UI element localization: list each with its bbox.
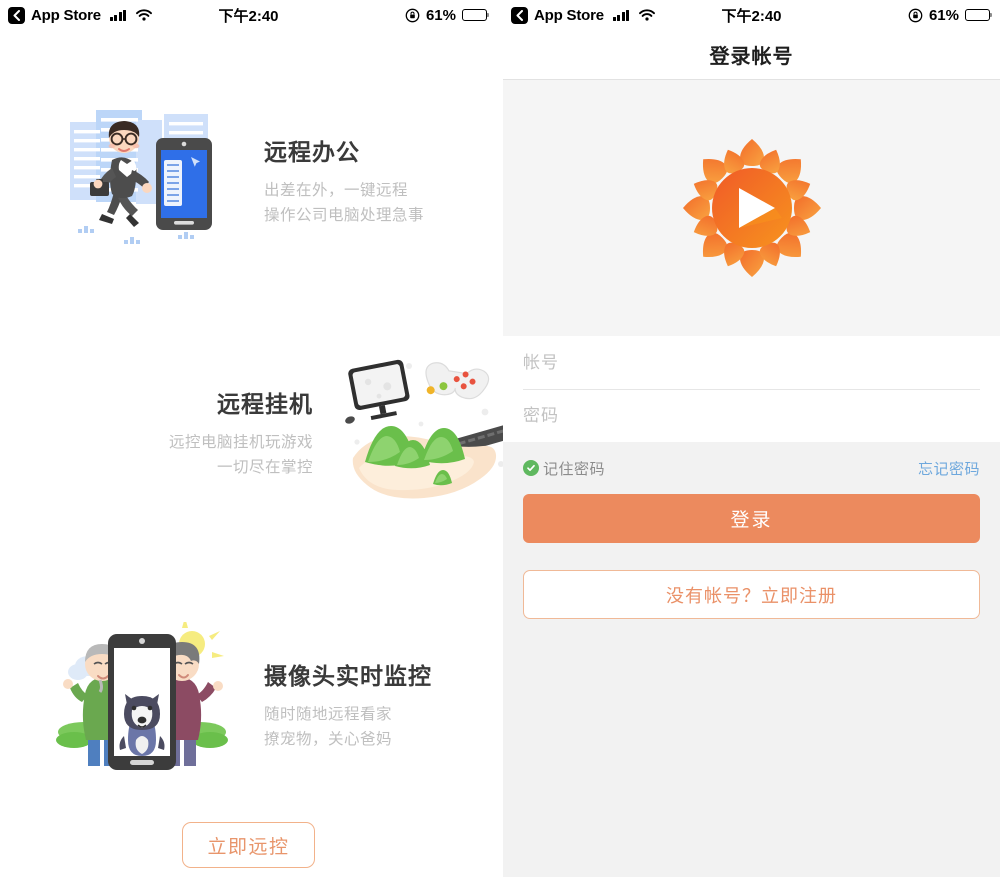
remember-password-label[interactable]: 记住密码 [543, 458, 605, 479]
battery-icon-left [462, 9, 490, 21]
status-bar-left: App Store 下午2:40 61% [0, 0, 497, 30]
start-remote-control-button[interactable]: 立即远控 [182, 822, 315, 868]
wifi-icon [639, 9, 656, 21]
back-to-app-store-icon[interactable] [511, 6, 528, 24]
feature-subtitle: 远控电脑挂机玩游戏 一切尽在掌控 [18, 430, 313, 480]
login-screen: App Store 下午2:40 61% 登录帐号 帐号 记住密码 忘记密码 登… [503, 0, 1000, 885]
signal-bars-icon [612, 9, 630, 21]
password-input[interactable] [523, 406, 980, 426]
feature-text-remote-idle: 远程挂机 远控电脑挂机玩游戏 一切尽在掌控 [18, 385, 313, 480]
password-field-row[interactable] [523, 389, 980, 442]
status-bar-left-group: App Store [8, 6, 153, 24]
account-field-row[interactable] [523, 336, 980, 389]
status-bar-right-group: 61% [405, 6, 490, 24]
feature-intro-screen: App Store 下午2:40 61% 远程办公 出差在外，一键远程 操作公司… [0, 0, 511, 885]
register-button[interactable]: 没有帐号？立即注册 [523, 570, 980, 619]
rotation-lock-icon [405, 8, 420, 23]
cta-container: 立即远控 [0, 822, 497, 868]
hand-holding-mountains-with-devices-illustration [335, 350, 515, 515]
back-to-app-store-icon[interactable] [8, 6, 25, 24]
bottom-edge-strip [503, 877, 1000, 885]
elderly-couple-with-dog-on-phone-illustration [52, 617, 232, 787]
feature-title: 远程挂机 [217, 391, 313, 417]
feature-item-remote-idle: 远程挂机 远控电脑挂机玩游戏 一切尽在掌控 [18, 350, 515, 515]
login-button[interactable]: 登录 [523, 494, 980, 543]
dual-screenshot-container: App Store 下午2:40 61% 远程办公 出差在外，一键远程 操作公司… [0, 0, 1000, 885]
battery-icon-right [965, 9, 993, 21]
check-circle-icon[interactable] [523, 460, 539, 476]
login-form [503, 336, 1000, 442]
businessman-running-with-phone-illustration [52, 98, 232, 263]
back-to-app-store-label[interactable]: App Store [534, 7, 604, 24]
back-to-app-store-label[interactable]: App Store [31, 7, 101, 24]
battery-percent-left: 61% [425, 6, 456, 24]
rotation-lock-icon [908, 8, 923, 23]
status-bar-right: App Store 下午2:40 61% [503, 0, 1000, 30]
remember-password-toggle[interactable]: 记住密码 [523, 458, 605, 479]
login-buttons: 登录 没有帐号？立即注册 [503, 494, 1000, 619]
login-options-row: 记住密码 忘记密码 [503, 442, 1000, 494]
status-bar-left-group: App Store [511, 6, 656, 24]
signal-bars-icon [109, 9, 127, 21]
login-screen-filler [503, 619, 1000, 885]
sunlogin-sunflower-logo [679, 135, 825, 281]
page-title: 登录帐号 [709, 46, 794, 68]
feature-list: 远程办公 出差在外，一键远程 操作公司电脑处理急事 远程挂机 远控电脑挂机玩游戏… [0, 30, 511, 885]
feature-item-remote-office: 远程办公 出差在外，一键远程 操作公司电脑处理急事 [52, 98, 549, 263]
account-input[interactable] [523, 352, 980, 373]
logo-area [503, 80, 1000, 336]
feature-subtitle-line-1: 远控电脑挂机玩游戏 [168, 434, 313, 451]
feature-subtitle-line-2: 一切尽在掌控 [216, 459, 313, 476]
wifi-icon [136, 9, 153, 21]
feature-item-camera-monitor: 摄像头实时监控 随时随地远程看家 撩宠物，关心爸妈 [52, 617, 549, 787]
navigation-bar: 登录帐号 [503, 30, 1000, 80]
forgot-password-link[interactable]: 忘记密码 [918, 458, 980, 479]
battery-percent-right: 61% [928, 6, 959, 24]
status-bar-right-group: 61% [908, 6, 993, 24]
